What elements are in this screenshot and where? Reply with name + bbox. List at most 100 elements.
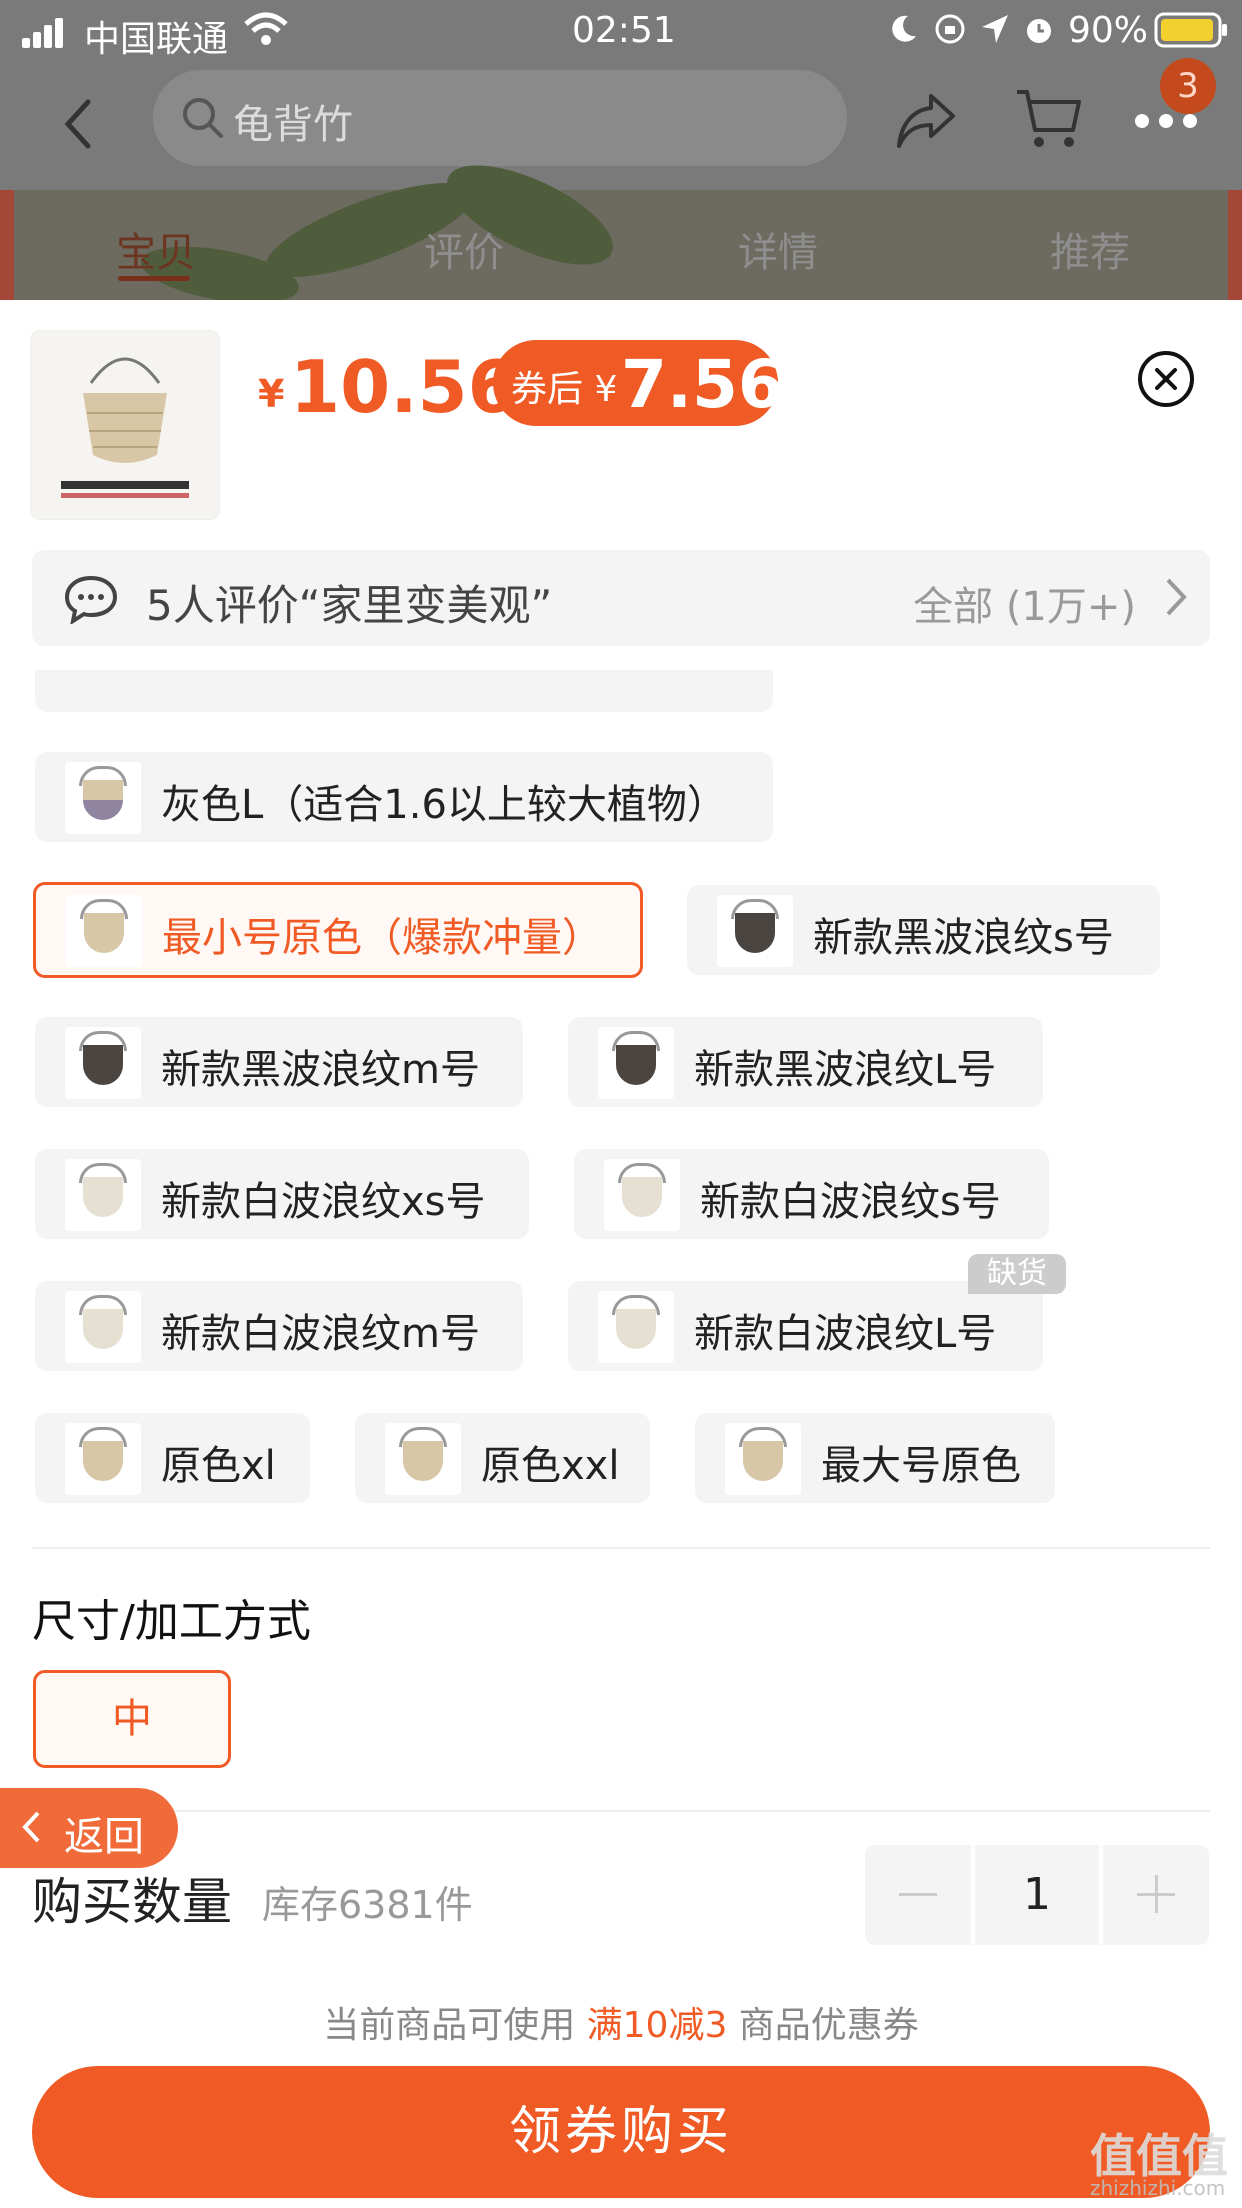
chevron-left-icon xyxy=(22,1811,40,1843)
coupon-note-highlight: 满10减3 xyxy=(586,2005,728,2046)
option-thumbnail xyxy=(65,1423,141,1495)
quantity-title: 购买数量 xyxy=(32,1873,232,1931)
signal-icon xyxy=(22,18,66,48)
wifi-icon xyxy=(244,12,288,45)
tab-baobei[interactable]: 宝贝 xyxy=(116,220,196,278)
battery-icon xyxy=(1154,12,1227,48)
option-label: 新款黑波浪纹s号 xyxy=(813,915,1114,961)
tab-recommend[interactable]: 推荐 xyxy=(1050,220,1130,278)
rotation-lock-icon xyxy=(935,14,965,44)
battery-percent: 90% xyxy=(1068,10,1149,51)
active-tab-indicator xyxy=(118,276,190,281)
nav-bar: 龟背竹 3 xyxy=(0,58,1242,189)
option-thumbnail xyxy=(385,1423,461,1495)
review-summary-bar[interactable]: 5人评价“家里变美观” 全部 (1万+) xyxy=(32,550,1210,646)
option-chip[interactable]: 原色xxl xyxy=(355,1413,650,1503)
cart-icon[interactable] xyxy=(1015,86,1083,152)
option-label: 最大号原色 xyxy=(821,1443,1021,1489)
option-label: 新款白波浪纹m号 xyxy=(161,1311,480,1357)
back-button-label: 返回 xyxy=(64,1814,144,1860)
option-thumbnail xyxy=(598,1291,674,1363)
more-icon[interactable] xyxy=(1135,114,1205,130)
option-thumbnail xyxy=(66,895,142,967)
product-thumbnail xyxy=(30,330,220,520)
tab-details[interactable]: 详情 xyxy=(738,220,818,278)
option-chip[interactable]: 原色xl xyxy=(35,1413,310,1503)
search-text: 龟背竹 xyxy=(233,102,353,148)
size-section-title: 尺寸/加工方式 xyxy=(32,1596,311,1647)
option-thumbnail xyxy=(65,1291,141,1363)
price: 10.56 xyxy=(290,345,518,429)
watermark-url: zhizhizhi.com xyxy=(1090,2176,1226,2200)
close-icon xyxy=(1155,368,1177,390)
option-label: 原色xl xyxy=(161,1443,276,1489)
option-chip[interactable]: 新款黑波浪纹m号 xyxy=(35,1017,523,1107)
option-chip[interactable]: 新款白波浪纹xs号 xyxy=(35,1149,529,1239)
option-chip[interactable]: 新款白波浪纹L号 xyxy=(568,1281,1043,1371)
option-thumbnail xyxy=(725,1423,801,1495)
moon-icon xyxy=(892,15,916,42)
coupon-note: 当前商品可使用 满10减3 商品优惠券 xyxy=(0,1996,1242,2048)
cart-count-badge: 3 xyxy=(1160,58,1216,114)
option-chip[interactable]: 新款白波浪纹m号 xyxy=(35,1281,523,1371)
review-all-count: 全部 (1万+) xyxy=(913,584,1136,630)
option-label: 新款白波浪纹xs号 xyxy=(161,1179,486,1225)
quantity-stepper: 1 xyxy=(865,1845,1209,1945)
close-button[interactable] xyxy=(1138,351,1194,407)
option-chip[interactable]: 最大号原色 xyxy=(695,1413,1055,1503)
coupon-price-value: 7.56 xyxy=(621,346,784,423)
floating-back-button[interactable]: 返回 xyxy=(0,1788,178,1868)
frame-edge xyxy=(1228,190,1242,300)
option-thumbnail xyxy=(717,895,793,967)
option-thumbnail xyxy=(598,1027,674,1099)
option-label: 新款白波浪纹L号 xyxy=(694,1311,997,1357)
tab-reviews[interactable]: 评价 xyxy=(424,220,504,278)
search-bar[interactable]: 龟背竹 xyxy=(153,70,847,166)
divider xyxy=(32,1810,1210,1812)
stock-count: 库存6381件 xyxy=(262,1883,473,1927)
decrement-button[interactable] xyxy=(865,1845,971,1945)
increment-button[interactable] xyxy=(1103,1845,1209,1945)
comment-icon xyxy=(64,575,118,624)
size-option-selected[interactable]: 中 xyxy=(33,1670,231,1768)
review-highlight: 5人评价“家里变美观” xyxy=(146,581,553,630)
divider xyxy=(32,1547,1210,1549)
basket-image xyxy=(61,357,189,498)
frame-edge xyxy=(0,190,14,300)
product-tabs: 宝贝 评价 详情 推荐 xyxy=(0,145,1242,300)
option-label: 最小号原色（爆款冲量） xyxy=(162,915,602,961)
option-thumbnail xyxy=(65,762,141,834)
option-label: 新款黑波浪纹L号 xyxy=(694,1047,997,1093)
coupon-price-label: 券后 ¥ xyxy=(511,369,618,410)
chevron-right-icon xyxy=(1166,578,1187,616)
carrier-label: 中国联通 xyxy=(84,19,229,60)
minus-icon xyxy=(899,1893,937,1896)
plus-icon-vertical xyxy=(1155,1875,1158,1913)
option-label: 新款白波浪纹s号 xyxy=(700,1179,1001,1225)
out-of-stock-badge: 缺货 xyxy=(968,1254,1066,1294)
dimmed-background: 中国联通 02:51 90% 龟背竹 3 宝贝 评价 详情 推荐 xyxy=(0,0,1242,300)
option-thumbnail xyxy=(65,1159,141,1231)
search-icon xyxy=(183,98,223,138)
status-bar: 中国联通 02:51 90% xyxy=(0,0,1242,64)
back-arrow-icon[interactable] xyxy=(58,94,98,154)
option-thumbnail xyxy=(604,1159,680,1231)
claim-coupon-buy-button[interactable]: 领券购买 xyxy=(32,2066,1210,2198)
option-label: 原色xxl xyxy=(481,1443,620,1489)
quantity-value[interactable]: 1 xyxy=(975,1845,1099,1945)
option-label: 灰色L（适合1.6以上较大植物） xyxy=(161,782,727,828)
option-chip-selected[interactable]: 最小号原色（爆款冲量） xyxy=(33,882,643,978)
option-chip-partial xyxy=(35,670,773,712)
option-chip[interactable]: 灰色L（适合1.6以上较大植物） xyxy=(35,752,773,842)
location-icon xyxy=(982,15,1008,43)
coupon-price-pill: 券后 ¥ 7.56 xyxy=(493,340,784,426)
option-chip[interactable]: 新款黑波浪纹s号 xyxy=(687,885,1160,975)
price-currency: ¥ xyxy=(258,372,285,416)
option-chip[interactable]: 新款白波浪纹s号 xyxy=(574,1149,1049,1239)
share-icon[interactable] xyxy=(895,92,957,150)
option-chip[interactable]: 新款黑波浪纹L号 xyxy=(568,1017,1043,1107)
option-label: 新款黑波浪纹m号 xyxy=(161,1047,480,1093)
coupon-note-prefix: 当前商品可使用 xyxy=(323,2005,587,2046)
alarm-icon xyxy=(1027,19,1051,43)
option-thumbnail xyxy=(65,1027,141,1099)
